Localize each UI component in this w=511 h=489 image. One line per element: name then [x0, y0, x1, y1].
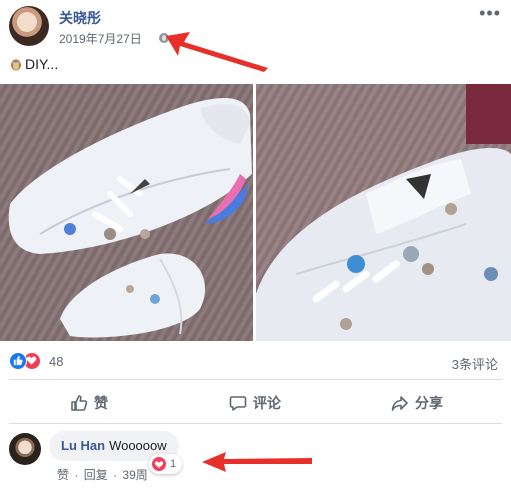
post-text: DIY...: [9, 56, 58, 72]
globe-icon[interactable]: [159, 33, 169, 43]
post-photo-2[interactable]: [256, 84, 511, 341]
like-button-label: 赞: [94, 395, 108, 411]
commenter-name[interactable]: Lu Han: [61, 438, 105, 453]
owl-emoji-icon: [11, 59, 21, 71]
share-button-label: 分享: [415, 395, 443, 411]
author-name[interactable]: 关晓彤: [59, 8, 101, 28]
reactions-count[interactable]: 48: [49, 354, 63, 369]
share-button[interactable]: 分享: [391, 386, 443, 420]
comment-reaction-count: 1: [170, 458, 177, 470]
comment-reply-link[interactable]: 回复: [84, 468, 108, 482]
thumbs-up-icon: [71, 395, 88, 411]
like-reaction-icon: [9, 352, 27, 370]
post-timestamp[interactable]: 2019年7月27日: [59, 30, 142, 47]
meta-separator: ·: [113, 468, 118, 482]
comment-item: Lu Han Wooooow 赞 · 回复 · 39周 1: [9, 431, 502, 487]
comment-icon: [229, 396, 247, 411]
comment-like-link[interactable]: 赞: [57, 468, 69, 482]
comment-age[interactable]: 39周: [122, 468, 147, 482]
divider: [9, 379, 502, 380]
love-reaction-icon: [152, 457, 166, 471]
like-button[interactable]: 赞: [70, 386, 108, 420]
more-icon[interactable]: •••: [479, 4, 501, 22]
comment-button-label: 评论: [253, 395, 281, 411]
comment-button[interactable]: 评论: [229, 386, 281, 420]
commenter-avatar[interactable]: [9, 433, 41, 465]
comment-text: Wooooow: [109, 438, 167, 453]
post-text-content: DIY...: [25, 56, 59, 72]
divider: [9, 423, 502, 424]
author-avatar[interactable]: [9, 6, 49, 46]
comment-meta: 赞 · 回复 · 39周: [57, 466, 150, 483]
comments-count[interactable]: 3条评论: [452, 354, 498, 373]
comment-reaction-badge[interactable]: 1: [149, 454, 183, 474]
meta-separator: ·: [74, 468, 79, 482]
post-header: 关晓彤 2019年7月27日 •••: [0, 0, 511, 50]
share-icon: [391, 396, 408, 411]
post-photo-1[interactable]: [0, 84, 253, 341]
